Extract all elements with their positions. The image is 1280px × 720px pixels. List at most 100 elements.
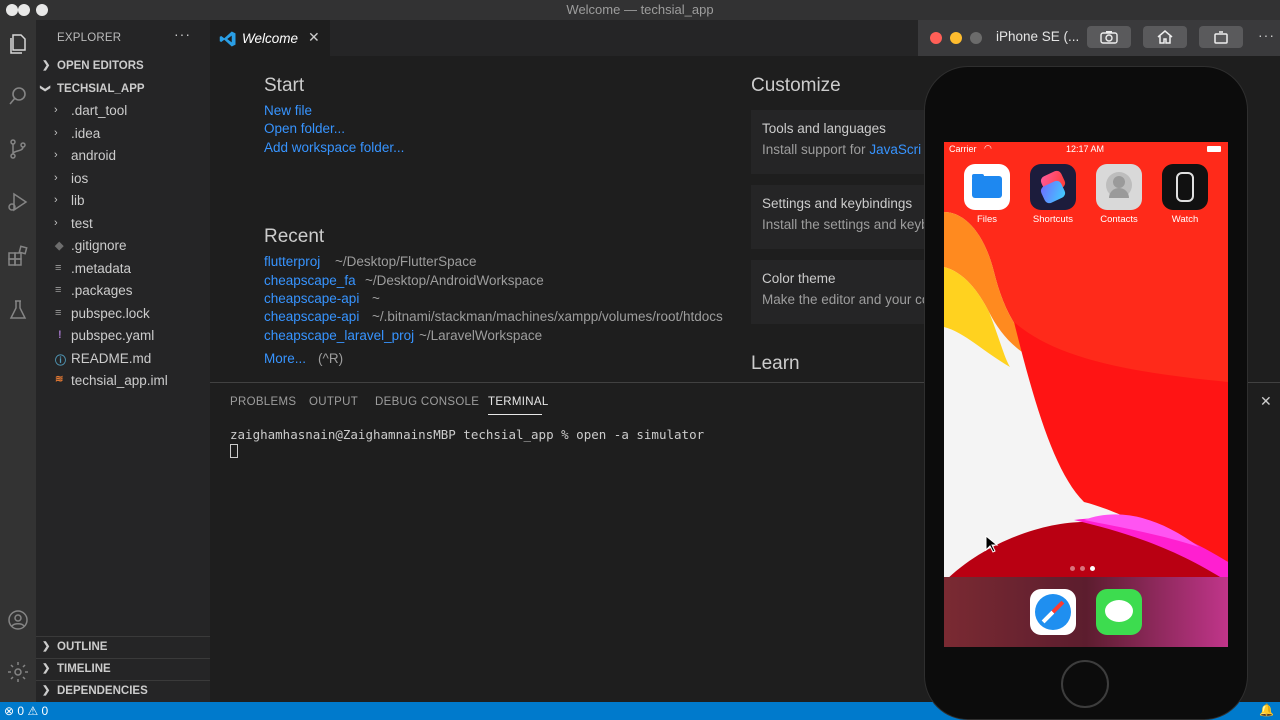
recent-item-path: ~/LaravelWorkspace — [419, 328, 543, 343]
tree-folder-ios[interactable]: › ios — [36, 169, 210, 191]
safari-icon[interactable] — [1030, 589, 1076, 635]
simulator-minimize-button[interactable] — [950, 32, 962, 44]
problems-status[interactable]: ⊗ 0 ⚠ 0 — [4, 704, 48, 718]
project-section[interactable]: ❯ TECHSIAL_APP — [36, 79, 210, 101]
recent-item-link[interactable]: flutterproj — [264, 254, 320, 269]
card-title: Color theme — [762, 271, 836, 286]
files-icon — [964, 164, 1010, 210]
simulator-more-button[interactable]: ··· — [1258, 27, 1275, 43]
app-label: Contacts — [1100, 214, 1138, 225]
tools-languages-card[interactable]: Tools and languages Install support for … — [751, 110, 924, 174]
warning-icon: ⚠ — [27, 704, 39, 718]
extensions-icon[interactable] — [0, 238, 36, 274]
explorer-icon[interactable] — [0, 26, 36, 62]
watch-app[interactable]: Watch — [1162, 164, 1208, 225]
terminal-line: zaighamhasnain@ZaighamnainsMBP techsial_… — [230, 427, 705, 442]
card-title: Tools and languages — [762, 121, 886, 136]
shortcuts-icon — [1030, 164, 1076, 210]
run-debug-icon[interactable] — [0, 184, 36, 220]
app-label: Shortcuts — [1032, 214, 1074, 225]
chevron-right-icon: › — [54, 172, 58, 184]
color-theme-card[interactable]: Color theme Make the editor and your co — [751, 260, 924, 324]
home-button[interactable] — [1143, 26, 1187, 48]
explorer-header: EXPLORER — [57, 32, 122, 44]
battery-icon — [1207, 146, 1221, 152]
timeline-section[interactable]: ❯ TIMELINE — [36, 658, 210, 680]
tree-file-readme[interactable]: ⓘ README.md — [36, 349, 210, 371]
dock-background — [944, 577, 1228, 647]
tree-folder-lib[interactable]: › lib — [36, 191, 210, 213]
explorer-more-button[interactable]: ··· — [174, 26, 191, 42]
tab-debug-console[interactable]: DEBUG CONSOLE — [375, 396, 479, 408]
rotate-button[interactable] — [1199, 26, 1243, 48]
tree-file-gitignore[interactable]: ◆ .gitignore — [36, 236, 210, 258]
recent-item-link[interactable]: cheapscape_fa — [264, 273, 356, 288]
text-file-icon: ≡ — [55, 307, 62, 319]
close-tab-button[interactable]: ✕ — [308, 29, 320, 46]
window-title: Welcome — techsial_app — [566, 2, 714, 17]
git-file-icon: ◆ — [55, 240, 64, 252]
simulator-device-title: iPhone SE (... — [996, 29, 1080, 44]
tree-label: .packages — [71, 283, 133, 298]
card-title: Settings and keybindings — [762, 196, 913, 211]
tree-file-pubspec-yaml[interactable]: ! pubspec.yaml — [36, 326, 210, 348]
testing-icon[interactable] — [0, 292, 36, 328]
recent-item-link[interactable]: cheapscape-api — [264, 291, 359, 306]
open-editors-section[interactable]: ❯ OPEN EDITORS — [36, 56, 210, 78]
mouse-pointer-icon — [985, 535, 999, 553]
shortcuts-app[interactable]: Shortcuts — [1030, 164, 1076, 225]
section-label: OPEN EDITORS — [57, 60, 144, 72]
dependencies-section[interactable]: ❯ DEPENDENCIES — [36, 680, 210, 702]
tree-folder-test[interactable]: › test — [36, 214, 210, 236]
account-icon[interactable] — [0, 602, 36, 638]
contacts-app[interactable]: Contacts — [1096, 164, 1142, 225]
tab-output[interactable]: OUTPUT — [309, 396, 358, 408]
notifications-bell-icon[interactable]: 🔔 — [1259, 703, 1274, 717]
open-folder-link[interactable]: Open folder... — [264, 121, 345, 136]
recent-item-link[interactable]: cheapscape-api — [264, 309, 359, 324]
iphone-screen[interactable]: Carrier ◠ 12:17 AM Files Shortcuts Conta… — [944, 142, 1228, 647]
explorer-sidebar: EXPLORER ··· ❯ OPEN EDITORS ❯ TECHSIAL_A… — [36, 20, 210, 702]
tree-folder-dart-tool[interactable]: › .dart_tool — [36, 101, 210, 123]
error-count: 0 — [17, 704, 25, 718]
manage-gear-icon[interactable] — [0, 654, 36, 690]
tree-folder-android[interactable]: › android — [36, 146, 210, 168]
iphone-home-button[interactable] — [1061, 660, 1109, 708]
tab-problems[interactable]: PROBLEMS — [230, 396, 296, 408]
outline-section[interactable]: ❯ OUTLINE — [36, 636, 210, 658]
javascript-link[interactable]: JavaScri — [869, 142, 921, 157]
add-workspace-folder-link[interactable]: Add workspace folder... — [264, 140, 404, 155]
messages-icon[interactable] — [1096, 589, 1142, 635]
close-panel-button[interactable]: ✕ — [1260, 393, 1272, 410]
files-app[interactable]: Files — [964, 164, 1010, 225]
recent-item-link[interactable]: cheapscape_laravel_proj — [264, 328, 414, 343]
tab-welcome[interactable]: Welcome ✕ — [210, 20, 330, 56]
ios-dock — [944, 577, 1228, 647]
tab-terminal[interactable]: TERMINAL — [488, 396, 549, 408]
screenshot-button[interactable] — [1087, 26, 1131, 48]
page-dot — [1080, 566, 1085, 571]
warning-count: 0 — [41, 704, 49, 718]
settings-keybindings-card[interactable]: Settings and keybindings Install the set… — [751, 185, 924, 249]
app-label: Files — [976, 214, 998, 225]
tree-label: ios — [71, 171, 89, 186]
tree-file-metadata[interactable]: ≡ .metadata — [36, 259, 210, 281]
simulator-toolbar: iPhone SE (... ··· — [918, 20, 1280, 56]
yaml-file-icon: ! — [58, 329, 62, 341]
tree-label: .gitignore — [71, 238, 127, 253]
section-label: TIMELINE — [57, 663, 111, 675]
new-file-link[interactable]: New file — [264, 103, 312, 118]
tree-file-pubspec-lock[interactable]: ≡ pubspec.lock — [36, 304, 210, 326]
home-icon — [1157, 30, 1173, 44]
tree-folder-idea[interactable]: › .idea — [36, 124, 210, 146]
simulator-zoom-button[interactable] — [970, 32, 982, 44]
tab-label: Welcome — [242, 31, 299, 46]
terminal-cursor[interactable] — [230, 444, 238, 458]
ios-status-bar: Carrier ◠ 12:17 AM — [944, 142, 1228, 158]
tree-file-packages[interactable]: ≡ .packages — [36, 281, 210, 303]
source-control-icon[interactable] — [0, 131, 36, 167]
search-icon[interactable] — [0, 78, 36, 114]
simulator-close-button[interactable] — [930, 32, 942, 44]
tree-file-iml[interactable]: ≋ techsial_app.iml — [36, 371, 210, 393]
more-recent-link[interactable]: More... — [264, 351, 306, 366]
